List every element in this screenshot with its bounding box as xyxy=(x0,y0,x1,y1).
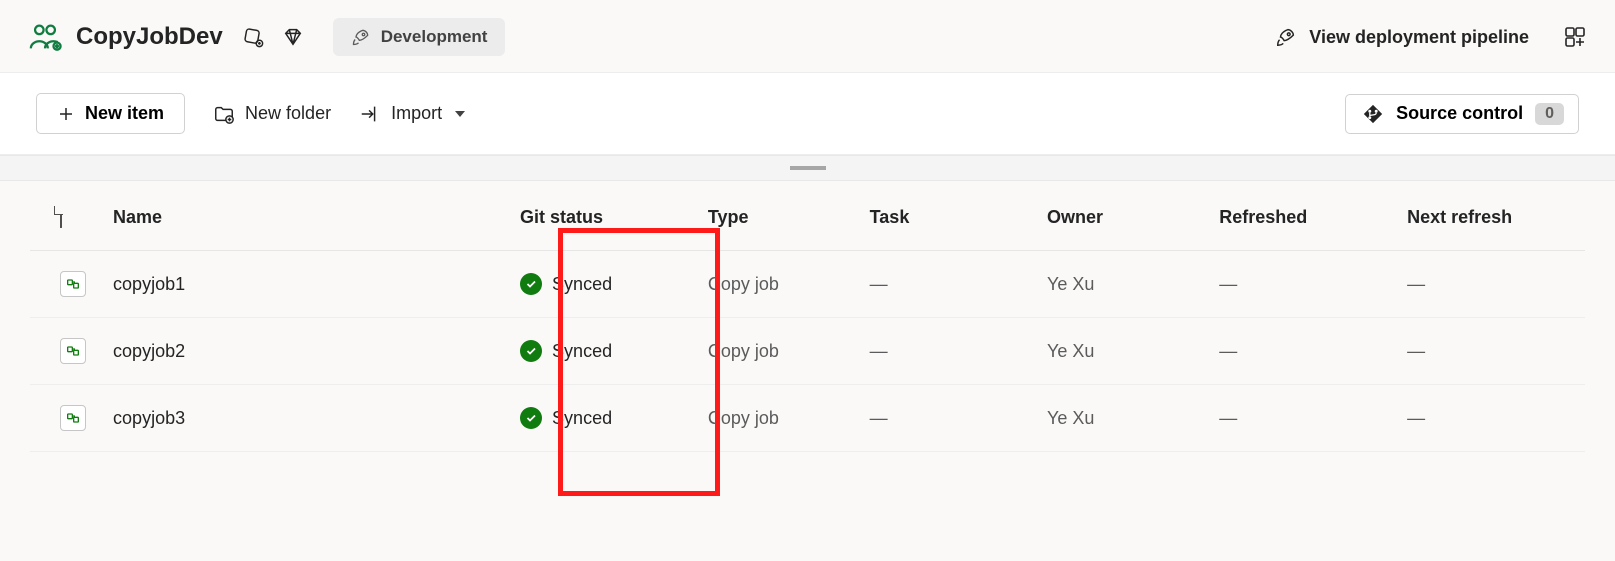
chevron-down-icon xyxy=(455,111,465,117)
col-header-owner[interactable]: Owner xyxy=(1037,181,1209,251)
toolbar: New item New folder Import Source contro… xyxy=(0,73,1615,155)
item-type: Copy job xyxy=(698,318,860,385)
workspace-app-icon[interactable] xyxy=(1563,25,1587,49)
item-name[interactable]: copyjob1 xyxy=(103,251,510,318)
item-owner: Ye Xu xyxy=(1037,251,1209,318)
col-header-name[interactable]: Name xyxy=(103,181,510,251)
premium-diamond-icon[interactable] xyxy=(279,23,307,51)
col-header-git-status[interactable]: Git status xyxy=(510,181,698,251)
item-type: Copy job xyxy=(698,251,860,318)
table-row[interactable]: copyjob2 SyncedCopy job—Ye Xu—— xyxy=(30,318,1585,385)
folder-add-icon xyxy=(213,103,235,125)
git-status-cell: Synced xyxy=(510,318,698,385)
environment-stage-label: Development xyxy=(381,27,488,47)
workspace-header: CopyJobDev Development V xyxy=(0,0,1615,73)
environment-stage-pill[interactable]: Development xyxy=(333,18,506,56)
source-control-button[interactable]: Source control 0 xyxy=(1345,94,1579,134)
synced-check-icon xyxy=(520,340,542,362)
item-next-refresh: — xyxy=(1397,318,1585,385)
item-refreshed: — xyxy=(1209,251,1397,318)
import-icon xyxy=(359,103,381,125)
item-owner: Ye Xu xyxy=(1037,385,1209,452)
synced-check-icon xyxy=(520,407,542,429)
plus-icon xyxy=(57,105,75,123)
import-button[interactable]: Import xyxy=(359,103,465,125)
table-header-row: Name Git status Type Task Owner Refreshe… xyxy=(30,181,1585,251)
view-deployment-pipeline-link[interactable]: View deployment pipeline xyxy=(1275,26,1529,48)
rocket-icon xyxy=(351,27,371,47)
document-icon xyxy=(60,206,62,228)
create-task-icon[interactable] xyxy=(239,23,267,51)
git-branch-icon xyxy=(1362,103,1384,125)
git-status-cell: Synced xyxy=(510,385,698,452)
item-next-refresh: — xyxy=(1397,251,1585,318)
item-type-icon-cell xyxy=(30,385,103,452)
item-task: — xyxy=(860,251,1037,318)
resize-bar[interactable] xyxy=(0,155,1615,181)
synced-check-icon xyxy=(520,273,542,295)
git-status-cell: Synced xyxy=(510,251,698,318)
col-header-refreshed[interactable]: Refreshed xyxy=(1209,181,1397,251)
workspace-title: CopyJobDev xyxy=(76,23,223,51)
drag-handle-icon xyxy=(790,166,826,170)
item-name[interactable]: copyjob2 xyxy=(103,318,510,385)
item-refreshed: — xyxy=(1209,385,1397,452)
workspace-icon xyxy=(28,20,62,54)
item-task: — xyxy=(860,385,1037,452)
copy-job-icon xyxy=(60,338,86,364)
new-item-button[interactable]: New item xyxy=(36,93,185,134)
item-type: Copy job xyxy=(698,385,860,452)
table-row[interactable]: copyjob1 SyncedCopy job—Ye Xu—— xyxy=(30,251,1585,318)
new-folder-button[interactable]: New folder xyxy=(213,103,331,125)
item-refreshed: — xyxy=(1209,318,1397,385)
items-table: Name Git status Type Task Owner Refreshe… xyxy=(30,181,1585,452)
item-type-icon-cell xyxy=(30,318,103,385)
copy-job-icon xyxy=(60,271,86,297)
col-header-task[interactable]: Task xyxy=(860,181,1037,251)
copy-job-icon xyxy=(60,405,86,431)
item-task: — xyxy=(860,318,1037,385)
item-owner: Ye Xu xyxy=(1037,318,1209,385)
item-type-icon-cell xyxy=(30,251,103,318)
item-next-refresh: — xyxy=(1397,385,1585,452)
col-header-type[interactable]: Type xyxy=(698,181,860,251)
col-header-next-refresh[interactable]: Next refresh xyxy=(1397,181,1585,251)
col-header-icon xyxy=(30,181,103,251)
rocket-icon xyxy=(1275,26,1297,48)
table-row[interactable]: copyjob3 SyncedCopy job—Ye Xu—— xyxy=(30,385,1585,452)
source-control-count-badge: 0 xyxy=(1535,103,1564,125)
item-name[interactable]: copyjob3 xyxy=(103,385,510,452)
